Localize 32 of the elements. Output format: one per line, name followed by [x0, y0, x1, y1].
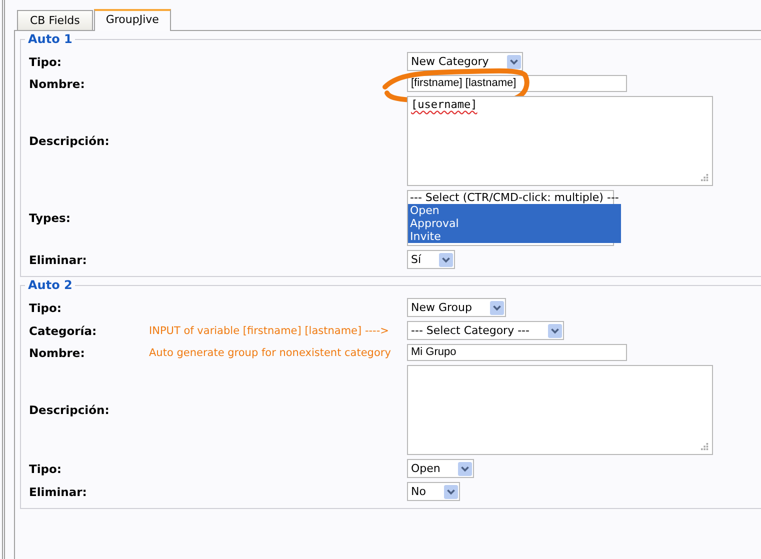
dropdown[interactable]: --- Select Category --- [407, 321, 564, 340]
dropdown[interactable]: No [407, 482, 460, 501]
field-label: Types: [29, 211, 72, 225]
dropdown[interactable]: New Group [407, 298, 506, 317]
field-label: Descripción: [29, 403, 110, 417]
dropdown[interactable]: New Category [407, 52, 523, 71]
resize-grip-icon[interactable] [701, 174, 709, 182]
list-option[interactable]: Open [408, 204, 621, 217]
field-label: Categoría: [29, 324, 98, 338]
tab[interactable]: GroupJive [94, 9, 171, 31]
fieldset-legend: Auto 1 [25, 32, 76, 46]
field-label: Eliminar: [29, 252, 88, 266]
field-label: Tipo: [29, 54, 63, 68]
dropdown[interactable]: Sí [407, 250, 456, 269]
field-label: Tipo: [29, 462, 63, 476]
resize-grip-icon[interactable] [701, 443, 709, 451]
annotation-text: Auto generate group for nonexistent category [149, 347, 391, 359]
text-area[interactable]: [username] [407, 96, 713, 186]
field-label: Nombre: [29, 76, 86, 90]
text-field[interactable]: [firstname] [lastname] [407, 75, 627, 92]
list-option[interactable]: Invite [408, 230, 621, 243]
field-label: Descripción: [29, 134, 110, 148]
tab[interactable]: CB Fields [17, 10, 93, 30]
text-field[interactable]: Mi Grupo [407, 344, 627, 361]
annotation-text: INPUT of variable [firstname] [lastname] ----> [149, 325, 389, 337]
list-option[interactable]: --- Select (CTR/CMD-click: multiple) --- [408, 191, 621, 204]
field-label: Nombre: [29, 346, 86, 360]
fieldset-legend: Auto 2 [25, 278, 76, 292]
dropdown[interactable]: Open [407, 459, 474, 478]
list-option[interactable]: Approval [408, 217, 621, 230]
field-label: Tipo: [29, 300, 63, 314]
field-label: Eliminar: [29, 484, 88, 498]
